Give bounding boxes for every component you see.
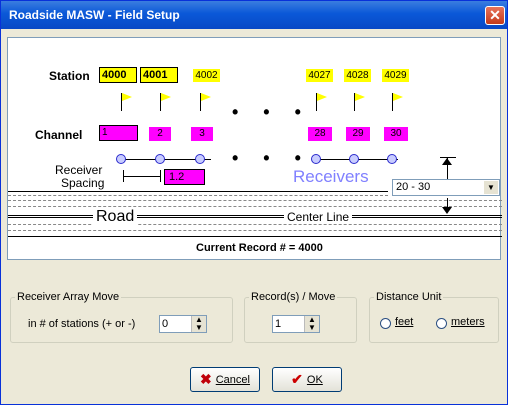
channel-label-3: 3 [191, 127, 213, 141]
stations-label: in # of stations (+ or -) [28, 318, 136, 330]
road-edge-bottom [8, 236, 502, 237]
spacing-tick-icon [123, 170, 124, 182]
distance-unit-label: Distance Unit [374, 291, 444, 303]
receiver-icon [349, 154, 359, 164]
flag-icon [121, 93, 133, 111]
feet-label[interactable]: feet [395, 316, 413, 328]
flag-icon [392, 93, 404, 111]
title-bar: Roadside MASW - Field Setup ✕ [1, 1, 507, 29]
receiver-spacing-label: Receiver [55, 163, 103, 177]
arrow-up-icon [442, 158, 452, 165]
close-button[interactable]: ✕ [485, 6, 505, 25]
flag-icon [316, 93, 328, 111]
feet-radio[interactable] [380, 318, 391, 329]
receiver-icon [116, 154, 126, 164]
field-diagram: Station 4000 4001 4002 4027 4028 4029 • … [7, 37, 502, 260]
road-dash [8, 206, 502, 207]
receiver-array-move-group: Receiver Array Move in # of stations (+ … [10, 291, 233, 343]
road-dash [8, 200, 502, 201]
meters-label[interactable]: meters [451, 316, 485, 328]
road-dash [8, 230, 502, 231]
road-label: Road [93, 208, 138, 226]
station-label-4002: 4002 [193, 69, 220, 82]
ok-button[interactable]: ✔ OK [272, 367, 342, 392]
cancel-button[interactable]: ✖ Cancel [190, 367, 260, 392]
spacing-arrow-icon [124, 176, 160, 177]
channel-label-30: 30 [384, 127, 408, 141]
channel-label-2: 2 [149, 127, 171, 141]
records-move-label: Record(s) / Move [249, 291, 338, 303]
channel-label-29: 29 [346, 127, 370, 141]
array-move-stepper[interactable]: ▲▼ [159, 315, 207, 333]
receiver-icon [387, 154, 397, 164]
road-dash [8, 224, 502, 225]
receiver-spacing-label-2: Spacing [61, 176, 105, 190]
station-input-2[interactable]: 4001 [140, 67, 178, 83]
receiver-icon [195, 154, 205, 164]
channel-label: Channel [35, 128, 83, 142]
cancel-icon: ✖ [200, 371, 212, 387]
road-dash [8, 195, 388, 196]
meters-radio[interactable] [436, 318, 447, 329]
ellipsis-dots: • • • [232, 102, 311, 122]
ellipsis-dots: • • • [232, 148, 311, 168]
check-icon: ✔ [291, 371, 303, 387]
records-move-group: Record(s) / Move ▲▼ [244, 291, 357, 343]
receivers-label: Receivers [293, 167, 369, 186]
receiver-icon [311, 154, 321, 164]
offset-select-value: 20 - 30 [396, 181, 431, 193]
spacing-tick-icon [160, 170, 161, 182]
array-move-input[interactable] [162, 317, 192, 331]
channel-input[interactable]: 1 [99, 125, 138, 141]
center-line-label: Center Line [284, 210, 353, 224]
arrow-down-icon [442, 207, 452, 214]
current-record-label: Current Record # = 4000 [196, 242, 323, 254]
ok-button-label: OK [306, 373, 323, 386]
station-label-4029: 4029 [382, 69, 409, 82]
flag-icon [354, 93, 366, 111]
cancel-button-label: Cancel [215, 373, 250, 386]
distance-unit-group: Distance Unit feet meters [369, 291, 499, 343]
window-title: Roadside MASW - Field Setup [9, 8, 180, 22]
receiver-array-move-label: Receiver Array Move [15, 291, 122, 303]
field-setup-window: Roadside MASW - Field Setup ✕ Station 40… [0, 0, 508, 405]
receiver-icon [155, 154, 165, 164]
station-input-1[interactable]: 4000 [99, 67, 137, 83]
flag-icon [200, 93, 212, 111]
spin-arrows-icon[interactable]: ▲ ▼ [191, 316, 206, 332]
spacing-input[interactable]: 1.2 [164, 169, 205, 185]
records-move-stepper[interactable]: ▲▼ [272, 315, 320, 333]
records-move-input[interactable] [275, 317, 305, 331]
spin-arrows-icon[interactable]: ▲ ▼ [304, 316, 319, 332]
channel-label-28: 28 [308, 127, 332, 141]
station-label: Station [49, 69, 90, 83]
road-edge-top [8, 191, 388, 192]
station-label-4027: 4027 [306, 69, 333, 82]
offset-select[interactable]: 20 - 30 ▼ [392, 179, 500, 196]
center-line [8, 215, 502, 218]
chevron-down-icon[interactable]: ▼ [484, 181, 498, 194]
station-label-4028: 4028 [344, 69, 371, 82]
flag-icon [160, 93, 172, 111]
